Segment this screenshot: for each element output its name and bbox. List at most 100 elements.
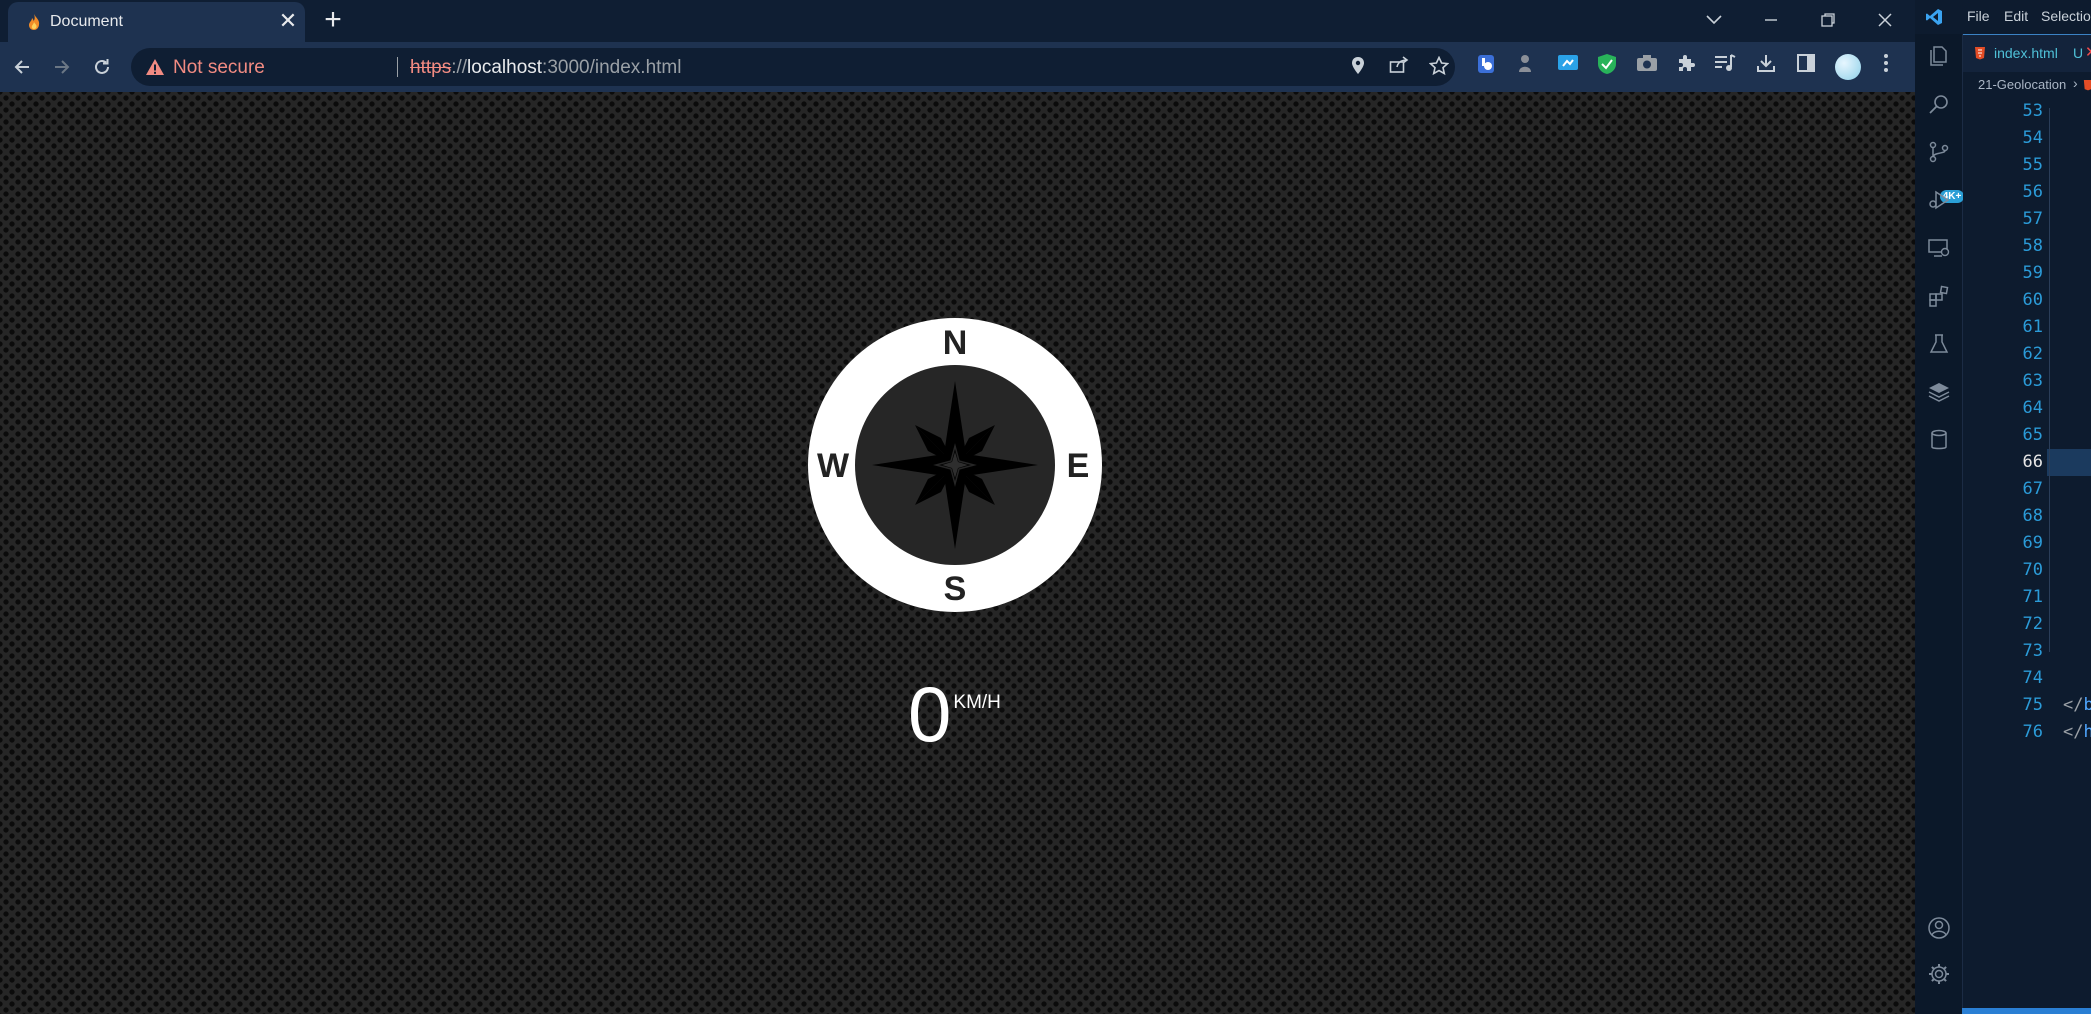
more-icon[interactable] xyxy=(1873,53,1899,79)
line-number: 60 xyxy=(2022,290,2043,310)
code-tag-name: bo xyxy=(2083,695,2091,715)
url-text[interactable]: https://localhost:3000/index.html xyxy=(410,57,681,79)
restore-button[interactable] xyxy=(1800,0,1856,40)
download-icon[interactable] xyxy=(1753,53,1779,79)
menu-selection[interactable]: Selection xyxy=(2041,8,2091,24)
shield-extension-icon[interactable] xyxy=(1473,53,1499,79)
security-label[interactable]: Not secure xyxy=(173,57,265,79)
line-number: 69 xyxy=(2022,533,2043,553)
url-scheme: https xyxy=(410,57,452,78)
layers-icon[interactable] xyxy=(1927,380,1951,404)
code-line[interactable]: 69 xyxy=(1963,530,2091,557)
database-icon[interactable] xyxy=(1927,428,1951,452)
line-number: 75 xyxy=(2022,695,2043,715)
line-number: 66 xyxy=(2022,452,2043,472)
close-window-button[interactable] xyxy=(1857,0,1913,40)
line-number: 57 xyxy=(2022,209,2043,229)
back-button[interactable] xyxy=(7,52,37,82)
sidepanel-icon[interactable] xyxy=(1793,53,1819,79)
media-icon[interactable] xyxy=(1712,53,1738,79)
code-line[interactable]: 58 xyxy=(1963,233,2091,260)
code-line[interactable]: 74 </ xyxy=(1963,665,2091,692)
code-line[interactable]: 55 xyxy=(1963,152,2091,179)
code-line[interactable]: 59 xyxy=(1963,260,2091,287)
minimize-icon xyxy=(1765,19,1777,21)
code-line[interactable]: 72 xyxy=(1963,611,2091,638)
breadcrumb-folder[interactable]: 21-Geolocation xyxy=(1978,77,2066,92)
status-bar-edge xyxy=(1962,1008,2091,1014)
code-line[interactable]: 64 xyxy=(1963,395,2091,422)
account-icon[interactable] xyxy=(1927,916,1951,940)
forward-button[interactable] xyxy=(47,52,77,82)
untracked-status: U xyxy=(2073,45,2084,61)
line-number: 64 xyxy=(2022,398,2043,418)
code-line[interactable]: 66 xyxy=(1963,449,2091,476)
location-icon[interactable] xyxy=(1347,56,1369,78)
html-file-icon xyxy=(1975,47,1985,60)
settings-gear-icon[interactable] xyxy=(1927,962,1951,986)
remote-explorer-icon[interactable] xyxy=(1927,236,1951,260)
search-icon[interactable] xyxy=(1927,92,1951,116)
star-icon[interactable] xyxy=(1428,55,1450,78)
extensions-icon[interactable] xyxy=(1927,284,1951,308)
browser-toolbar: Not secure https://localhost:3000/index.… xyxy=(0,42,1915,92)
warning-icon xyxy=(146,59,164,75)
share-icon[interactable] xyxy=(1388,56,1410,78)
profile-avatar[interactable] xyxy=(1835,54,1861,80)
screen-extension-icon[interactable] xyxy=(1555,53,1581,79)
code-text: </ xyxy=(2063,314,2091,341)
code-line[interactable]: 63 xyxy=(1963,368,2091,395)
code-tag-name: ht xyxy=(2083,722,2091,742)
person-extension-icon[interactable] xyxy=(1512,53,1538,79)
line-number: 53 xyxy=(2022,101,2043,121)
activity-bar: 4K+ xyxy=(1915,34,1964,1014)
explorer-icon[interactable] xyxy=(1927,44,1951,68)
menu-file[interactable]: File xyxy=(1967,8,1990,24)
new-tab-button[interactable]: + xyxy=(318,5,348,36)
adblock-icon[interactable] xyxy=(1594,53,1620,79)
source-control-icon[interactable] xyxy=(1927,140,1951,164)
code-line[interactable]: 60 xyxy=(1963,287,2091,314)
breadcrumb[interactable]: 21-Geolocation › xyxy=(1963,72,2091,98)
tab-search-button[interactable] xyxy=(1686,0,1742,40)
code-text: <s xyxy=(2063,341,2091,368)
editor-tab-index-html[interactable]: index.html U ✕ xyxy=(1963,34,2091,72)
code-line[interactable]: 71 xyxy=(1963,584,2091,611)
line-number: 76 xyxy=(2022,722,2043,742)
code-line[interactable]: 53 xyxy=(1963,98,2091,125)
run-debug-icon[interactable] xyxy=(1927,188,1951,212)
address-bar[interactable]: Not secure https://localhost:3000/index.… xyxy=(131,48,1455,86)
reload-button[interactable] xyxy=(87,52,117,82)
code-line[interactable]: 73 xyxy=(1963,638,2091,665)
puzzle-icon[interactable] xyxy=(1673,53,1699,79)
tab-document[interactable]: Document ✕ xyxy=(8,2,305,42)
code-line[interactable]: 75 </bo xyxy=(1963,692,2091,719)
menu-edit[interactable]: Edit xyxy=(2004,8,2028,24)
line-number: 70 xyxy=(2022,560,2043,580)
tab-close-icon[interactable]: ✕ xyxy=(276,10,300,34)
desktop: { "browser": { "tab": { "title": "Docume… xyxy=(0,0,2091,1014)
code-line[interactable]: 76 </ht xyxy=(1963,719,2091,746)
code-text: </bo xyxy=(2063,692,2091,719)
code-line[interactable]: 68 xyxy=(1963,503,2091,530)
line-number: 58 xyxy=(2022,236,2043,256)
code-line[interactable]: 65 xyxy=(1963,422,2091,449)
url-rest: :3000/index.html xyxy=(542,57,682,78)
tab-close-icon[interactable]: ✕ xyxy=(2085,43,2091,61)
editor-tab-label: index.html xyxy=(1994,45,2058,61)
code-line[interactable]: 57 xyxy=(1963,206,2091,233)
code-line[interactable]: 62 <s xyxy=(1963,341,2091,368)
tab-title: Document xyxy=(50,13,123,30)
html-file-icon xyxy=(2083,80,2091,91)
code-line[interactable]: 70 xyxy=(1963,557,2091,584)
code-line[interactable]: 61 </ xyxy=(1963,314,2091,341)
minimize-button[interactable] xyxy=(1743,0,1799,40)
camera-icon[interactable] xyxy=(1634,53,1660,79)
code-line[interactable]: 56 xyxy=(1963,179,2091,206)
vscode-logo-icon xyxy=(1926,9,1942,25)
restore-icon xyxy=(1821,13,1835,27)
code-line[interactable]: 54 xyxy=(1963,125,2091,152)
code-line[interactable]: 67 xyxy=(1963,476,2091,503)
testing-icon[interactable] xyxy=(1927,332,1951,356)
reload-icon xyxy=(95,59,109,74)
